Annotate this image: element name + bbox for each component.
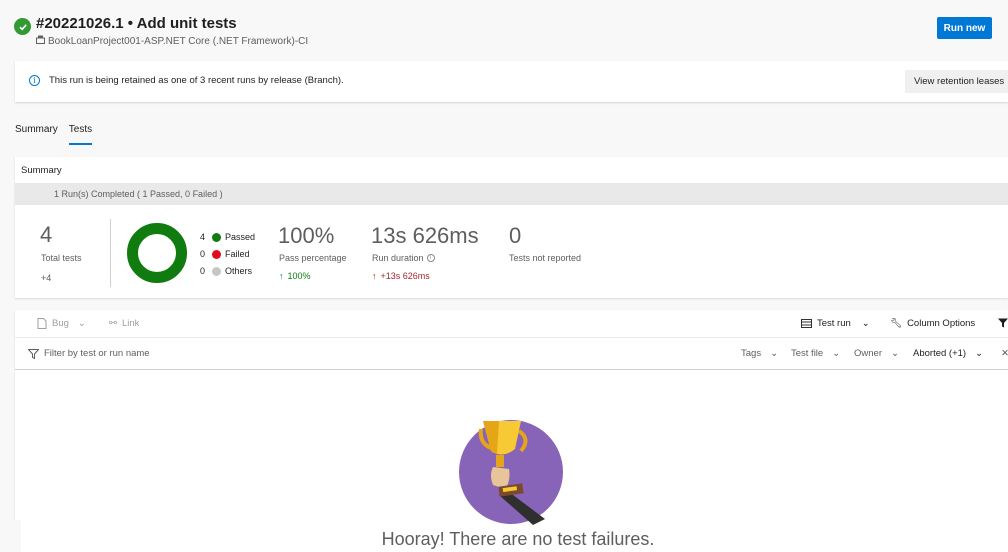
bug-button[interactable]: Bug ⌄ bbox=[37, 318, 86, 329]
column-options-label: Column Options bbox=[907, 318, 976, 329]
filter-input[interactable]: Filter by test or run name bbox=[28, 348, 150, 359]
summary-title: Summary bbox=[21, 165, 62, 176]
total-tests-delta: +4 bbox=[41, 273, 52, 283]
run-title: #20221026.1 • Add unit tests bbox=[36, 15, 237, 32]
arrow-up-icon: ↑ bbox=[372, 271, 377, 281]
clear-filters-button[interactable]: ✕ bbox=[1001, 348, 1008, 359]
run-duration-delta: ↑ +13s 626ms bbox=[372, 271, 430, 281]
pass-percentage-delta: ↑ 100% bbox=[279, 271, 311, 281]
arrow-up-icon: ↑ bbox=[279, 271, 284, 281]
pipeline-icon bbox=[36, 35, 45, 47]
link-label: Link bbox=[121, 318, 140, 329]
donut-passed-arc bbox=[127, 223, 187, 283]
passed-label: Passed bbox=[225, 232, 256, 242]
failed-dot-icon bbox=[212, 249, 221, 259]
view-retention-leases-button[interactable]: View retention leases bbox=[905, 70, 1008, 93]
page-edge bbox=[0, 520, 21, 552]
pass-percentage-delta-text: 100% bbox=[287, 271, 311, 281]
group-by-label: Test run bbox=[817, 318, 851, 329]
chevron-down-icon: ⌄ bbox=[832, 348, 841, 359]
legend-passed: 4 Passed bbox=[200, 232, 255, 242]
link-button[interactable]: ⚯ Link bbox=[109, 318, 139, 329]
failed-count: 0 bbox=[200, 249, 206, 259]
tags-filter-label: Tags bbox=[741, 348, 762, 359]
trophy-icon bbox=[459, 420, 563, 525]
filter-icon bbox=[998, 318, 1008, 328]
column-options-button[interactable]: 🔧︎ Column Options bbox=[890, 318, 975, 329]
run-tabs: Summary Tests bbox=[15, 121, 93, 147]
passed-dot-icon bbox=[212, 232, 221, 242]
group-by-icon bbox=[801, 319, 812, 328]
tests-not-reported-value: 0 bbox=[509, 223, 522, 248]
runs-completed-text: 1 Run(s) Completed ( 1 Passed, 0 Failed … bbox=[54, 189, 223, 199]
tab-tests[interactable]: Tests bbox=[68, 121, 93, 145]
retention-banner: i This run is being retained as one of 3… bbox=[15, 61, 1008, 102]
failed-label: Failed bbox=[225, 249, 250, 259]
outcome-filter-label: Aborted (+1) bbox=[913, 348, 967, 359]
outcome-donut-chart bbox=[127, 223, 187, 283]
run-header: #20221026.1 • Add unit tests BookLoanPro… bbox=[0, 0, 1008, 56]
chevron-down-icon: ⌄ bbox=[975, 348, 984, 359]
pass-percentage-label: Pass percentage bbox=[279, 253, 347, 263]
bug-label: Bug bbox=[52, 318, 69, 329]
retention-message: This run is being retained as one of 3 r… bbox=[49, 75, 344, 86]
tab-summary[interactable]: Summary bbox=[15, 121, 58, 145]
filter-toggle-button[interactable] bbox=[998, 318, 1008, 328]
tests-not-reported-label: Tests not reported bbox=[509, 253, 582, 263]
pipeline-name[interactable]: BookLoanProject001-ASP.NET Core (.NET Fr… bbox=[36, 35, 308, 47]
outcome-filter-dropdown[interactable]: Aborted (+1) ⌄ bbox=[913, 348, 983, 359]
chevron-down-icon: ⌄ bbox=[890, 348, 899, 359]
bug-icon bbox=[37, 318, 47, 329]
run-duration-label-text: Run duration bbox=[372, 253, 424, 263]
test-toolbar: Bug ⌄ ⚯ Link Test run ⌄ 🔧︎ Column Option… bbox=[15, 310, 1008, 338]
pass-percentage-value: 100% bbox=[278, 223, 335, 248]
run-duration-label: Run duration i bbox=[372, 253, 435, 263]
wrench-icon: 🔧︎ bbox=[890, 318, 903, 329]
no-failures-message: Hooray! There are no test failures. bbox=[381, 529, 655, 549]
info-icon[interactable]: i bbox=[426, 254, 435, 262]
runs-completed-strip[interactable]: 1 Run(s) Completed ( 1 Passed, 0 Failed … bbox=[15, 183, 1008, 205]
others-count: 0 bbox=[200, 266, 206, 276]
chevron-down-icon: ⌄ bbox=[77, 318, 86, 329]
owner-filter-label: Owner bbox=[854, 348, 882, 359]
filter-icon bbox=[28, 348, 39, 359]
filter-placeholder: Filter by test or run name bbox=[44, 348, 150, 359]
others-label: Others bbox=[225, 266, 253, 276]
legend-failed: 0 Failed bbox=[200, 249, 250, 259]
run-duration-value: 13s 626ms bbox=[371, 223, 479, 248]
owner-filter-dropdown[interactable]: Owner ⌄ bbox=[854, 348, 899, 359]
info-icon: i bbox=[29, 75, 40, 86]
others-dot-icon bbox=[212, 266, 221, 276]
run-duration-delta-text: +13s 626ms bbox=[380, 271, 430, 281]
tags-filter-dropdown[interactable]: Tags ⌄ bbox=[741, 348, 778, 359]
summary-divider bbox=[110, 219, 111, 287]
test-file-filter-label: Test file bbox=[791, 348, 824, 359]
success-check-icon bbox=[14, 18, 31, 35]
test-summary-card: Summary 1 Run(s) Completed ( 1 Passed, 0… bbox=[15, 157, 1008, 298]
close-icon: ✕ bbox=[1001, 348, 1008, 359]
link-icon: ⚯ bbox=[109, 318, 117, 329]
pipeline-name-text[interactable]: BookLoanProject001-ASP.NET Core (.NET Fr… bbox=[48, 36, 308, 47]
test-results-panel: Bug ⌄ ⚯ Link Test run ⌄ 🔧︎ Column Option… bbox=[15, 310, 1008, 552]
passed-count: 4 bbox=[200, 232, 206, 242]
chevron-down-icon: ⌄ bbox=[770, 348, 779, 359]
legend-others: 0 Others bbox=[200, 266, 252, 276]
total-tests-label: Total tests bbox=[41, 253, 82, 263]
total-tests-value: 4 bbox=[40, 222, 53, 247]
chevron-down-icon: ⌄ bbox=[861, 318, 870, 329]
test-file-filter-dropdown[interactable]: Test file ⌄ bbox=[791, 348, 840, 359]
group-by-dropdown[interactable]: Test run ⌄ bbox=[801, 318, 870, 329]
run-new-button[interactable]: Run new bbox=[937, 17, 992, 39]
filter-bar: Filter by test or run name Tags ⌄ Test f… bbox=[15, 339, 1008, 370]
